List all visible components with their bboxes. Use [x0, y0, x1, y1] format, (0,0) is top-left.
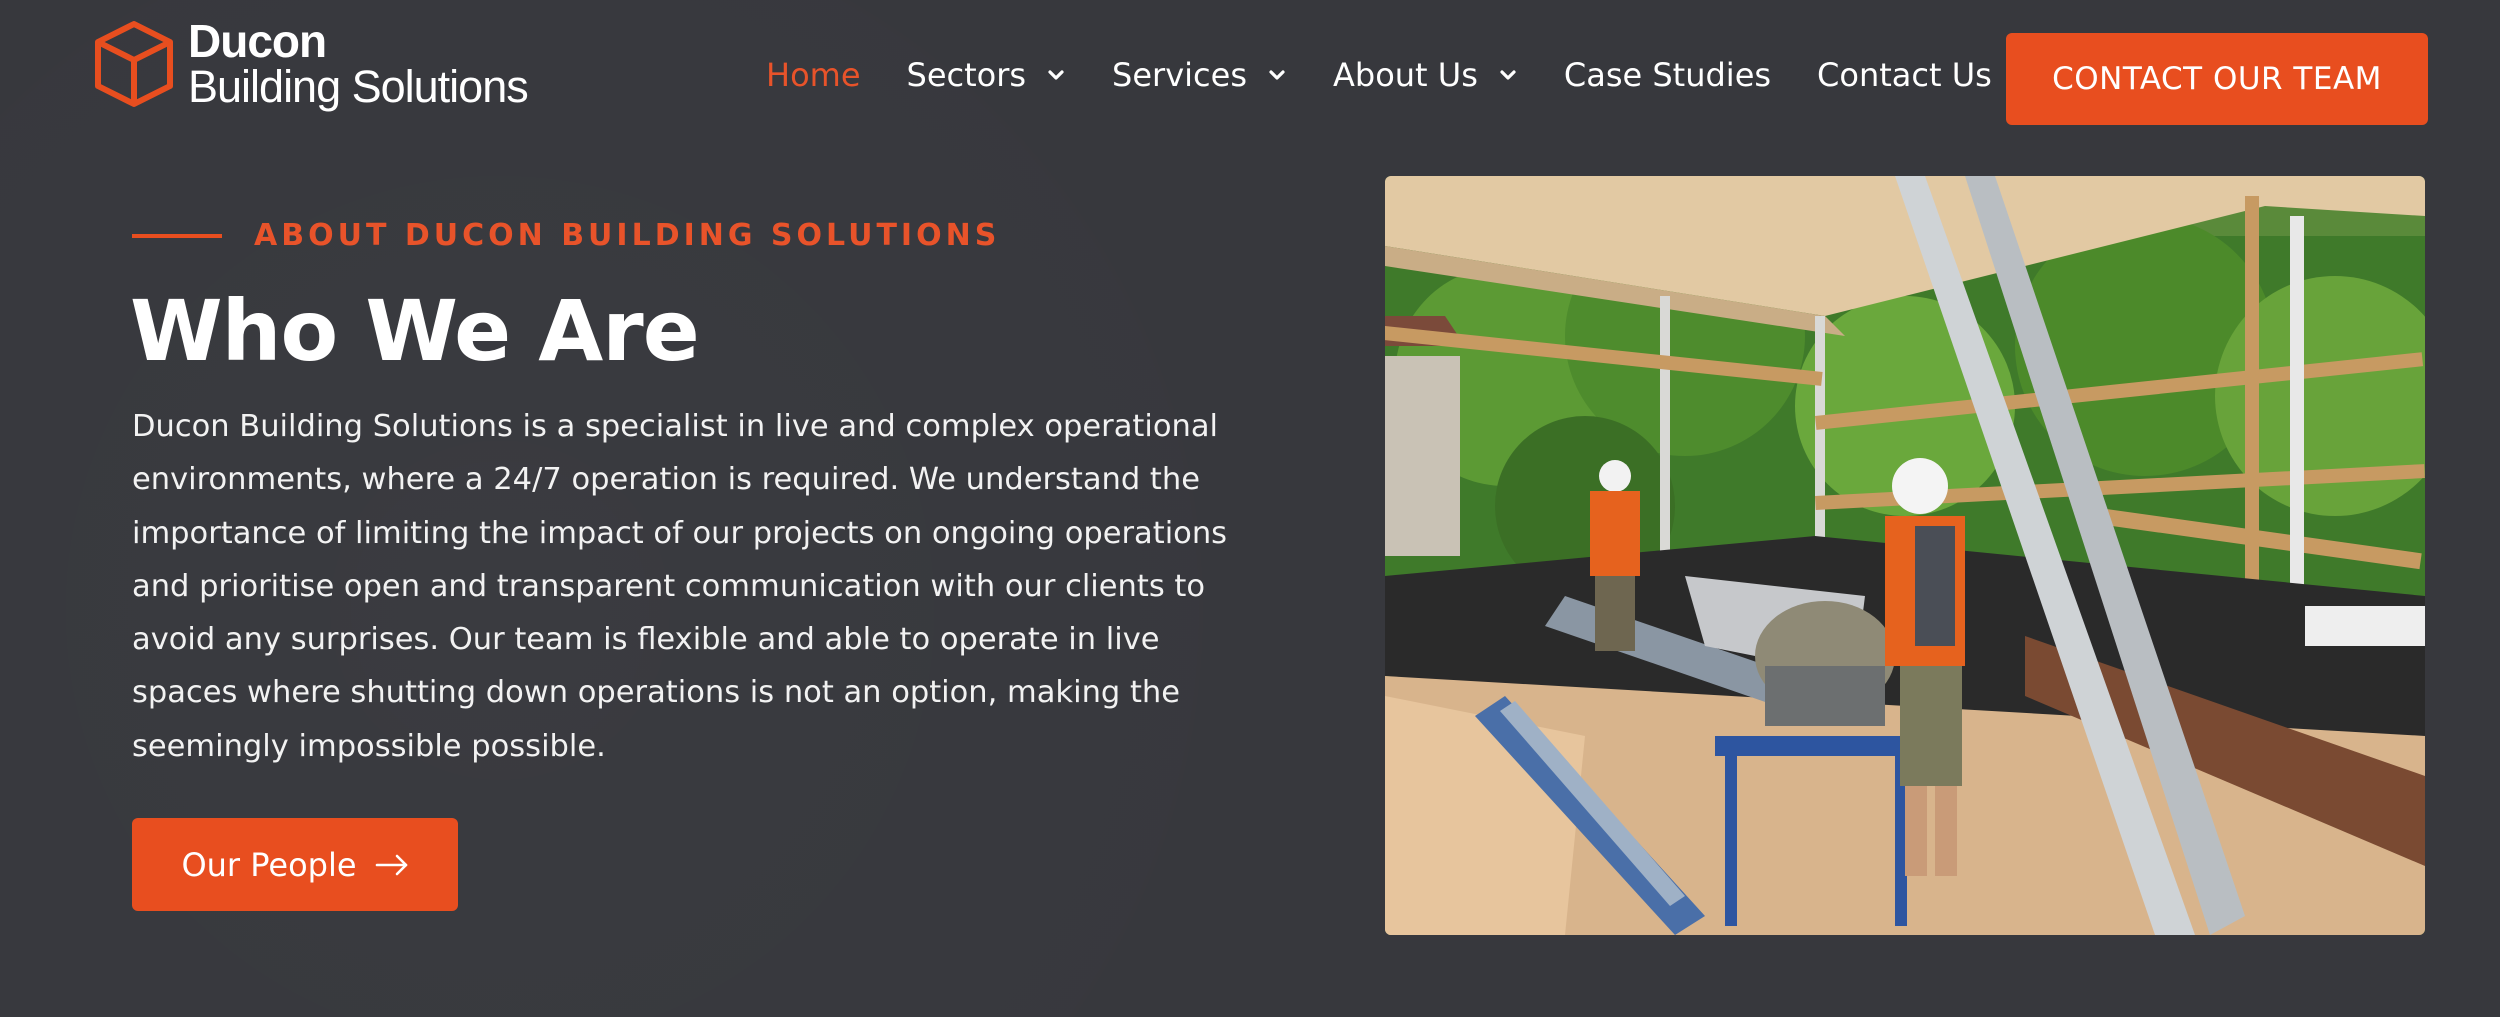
main-nav: Home Sectors Services About Us Case Stud… — [766, 56, 2038, 94]
workers-photo-illustration — [1385, 176, 2425, 935]
contact-our-team-button[interactable]: CONTACT OUR TEAM — [2006, 33, 2428, 125]
nav-item-sectors[interactable]: Sectors — [907, 56, 1067, 94]
section-title: Who We Are — [130, 282, 700, 380]
chevron-down-icon — [1048, 70, 1064, 80]
our-people-button[interactable]: Our People — [132, 818, 458, 911]
nav-item-label: About Us — [1332, 56, 1478, 94]
section-eyebrow: ABOUT DUCON BUILDING SOLUTIONS — [132, 218, 1000, 253]
nav-item-label: Case Studies — [1563, 56, 1772, 94]
nav-item-label: Contact Us — [1817, 56, 1992, 94]
nav-item-label: Home — [766, 56, 861, 94]
our-people-label: Our People — [181, 845, 357, 884]
nav-item-home[interactable]: Home — [766, 56, 861, 94]
page: Ducon Building Solutions Home Sectors Se… — [0, 0, 2500, 1017]
brand-tagline: Building Solutions — [188, 61, 529, 112]
nav-item-services[interactable]: Services — [1112, 56, 1287, 94]
brand-wordmark: Ducon Building Solutions — [188, 15, 529, 112]
arrow-right-icon — [375, 854, 407, 875]
section-body: Ducon Building Solutions is a specialist… — [132, 409, 1228, 764]
nav-item-about-us[interactable]: About Us — [1333, 56, 1518, 94]
chevron-down-icon — [1269, 70, 1285, 80]
eyebrow-text: ABOUT DUCON BUILDING SOLUTIONS — [254, 218, 1001, 253]
nav-item-contact-us[interactable]: Contact Us — [1817, 56, 1992, 94]
nav-item-label: Services — [1112, 56, 1247, 94]
brand-name: Ducon — [188, 15, 327, 67]
brand-logo[interactable]: Ducon Building Solutions — [90, 15, 529, 112]
nav-item-label: Sectors — [906, 56, 1027, 94]
eyebrow-divider — [132, 233, 222, 238]
nav-item-case-studies[interactable]: Case Studies — [1564, 56, 1771, 94]
cube-outline-icon — [95, 20, 173, 107]
workers-photo — [1385, 176, 2425, 935]
chevron-down-icon — [1500, 70, 1516, 80]
